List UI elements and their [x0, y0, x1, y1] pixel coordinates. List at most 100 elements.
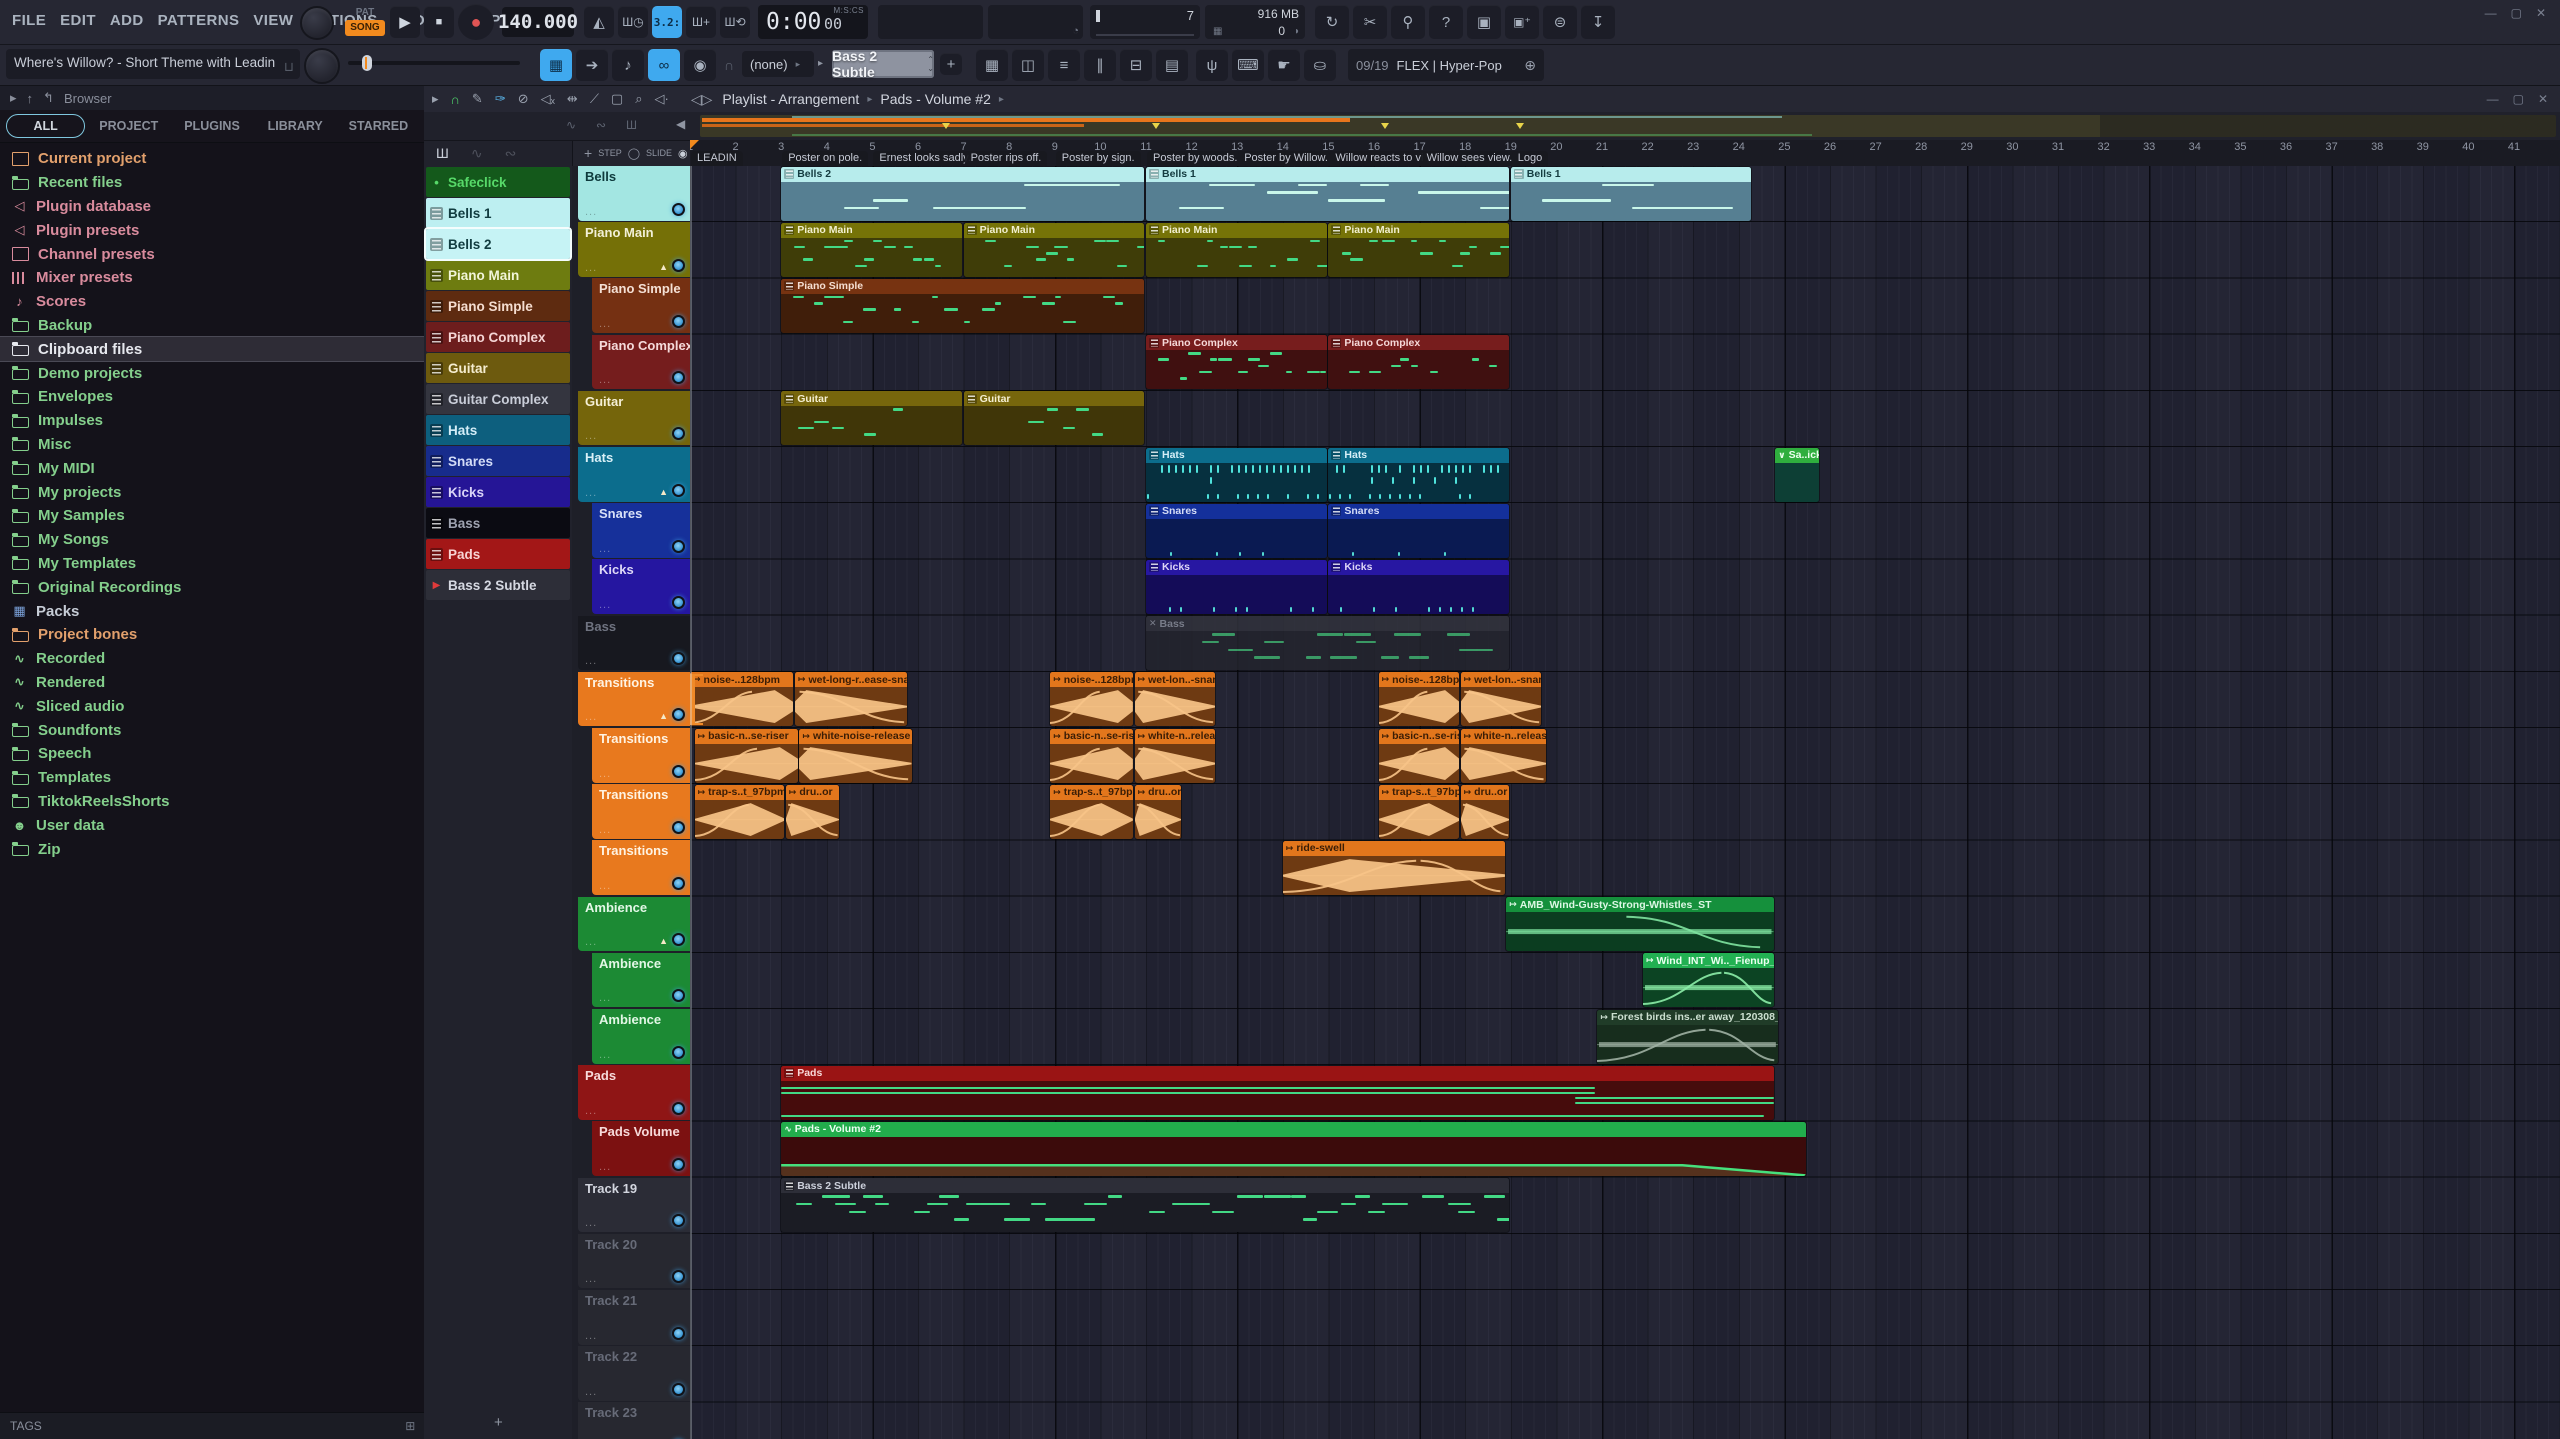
tab-project[interactable]: PROJECT [89, 114, 168, 138]
clip-dru-or[interactable]: ↦dru..or [1135, 785, 1181, 839]
pattern-mode-icon[interactable]: ▦ [540, 49, 572, 81]
picker-automation-tab-icon[interactable]: ∾ [505, 145, 517, 162]
slip-tool-icon[interactable]: ⇹ [567, 91, 578, 107]
pattern-pads[interactable]: Pads [426, 539, 570, 569]
pattern-bells-1[interactable]: Bells 1 [426, 198, 570, 228]
clip-hats[interactable]: Hats [1328, 448, 1509, 502]
timeline-marker[interactable]: Poster by woods. [1147, 151, 1243, 166]
track-options-dots[interactable]: ... [585, 1217, 597, 1229]
picker-add-icon[interactable]: + [494, 1414, 503, 1431]
multilink-knob-icon[interactable]: ◉ [684, 49, 716, 81]
browser-item-speech[interactable]: Speech [0, 742, 424, 766]
track-options-dots[interactable]: ... [585, 206, 597, 218]
ov-link-icon[interactable]: ∾ [596, 118, 606, 132]
playhead-flag[interactable] [690, 140, 699, 149]
stop-button[interactable]: ■ [424, 6, 454, 38]
track-header-9-bass[interactable]: Bass... [578, 616, 690, 671]
shop-icon[interactable]: ⛀ [1304, 49, 1336, 81]
browser-up-icon[interactable]: ↑ [27, 91, 34, 106]
clip-bells-2[interactable]: Bells 2 [781, 167, 1144, 221]
mute-tool-icon[interactable]: ◁ₓ [541, 91, 555, 107]
overview-scroll-thumb[interactable] [702, 118, 1350, 122]
track-header-19-track-19[interactable]: Track 19... [578, 1178, 690, 1233]
browser-item-user-data[interactable]: ☻User data [0, 813, 424, 837]
timeline-marker[interactable]: Poster rips off. [965, 151, 1048, 166]
clip-basic-n-se-riser[interactable]: ↦basic-n..se-riser [1050, 729, 1133, 783]
snap-selector[interactable]: (none) ▸ [742, 51, 814, 77]
countdown-button[interactable]: 3.2: [652, 6, 682, 38]
browser-item-my-songs[interactable]: My Songs [0, 528, 424, 552]
track-header-6-hats[interactable]: Hats...▲ [578, 447, 690, 502]
track-options-dots[interactable]: ... [585, 711, 597, 723]
timeline-marker[interactable]: LEADIN [691, 151, 743, 166]
track-header-20-track-20[interactable]: Track 20... [578, 1234, 690, 1289]
pattern-hats[interactable]: Hats [426, 415, 570, 445]
clip-bells-1[interactable]: Bells 1 [1511, 167, 1751, 221]
tab-starred[interactable]: STARRED [339, 114, 418, 138]
ov-audio-icon[interactable]: ∿ [566, 118, 576, 132]
pattern-bells-2[interactable]: Bells 2 [426, 229, 570, 259]
browser-item-my-projects[interactable]: My projects [0, 480, 424, 504]
pencil-tool-icon[interactable]: ✎ [472, 91, 483, 107]
track-header-23-track-23[interactable]: Track 23... [578, 1402, 690, 1439]
breadcrumb-2[interactable]: Pads - Volume #2 [880, 91, 991, 107]
browser-toggle-icon[interactable]: ⊟ [1120, 49, 1152, 81]
pattern-guitar[interactable]: Guitar [426, 353, 570, 383]
clip-forest-birds-ins-er-away-120308-03[interactable]: ↦Forest birds ins..er away_120308_03 [1597, 1010, 1778, 1064]
tab-library[interactable]: LIBRARY [256, 114, 335, 138]
track-options-dots[interactable]: ... [585, 1105, 597, 1117]
touch-mode-icon[interactable]: ☛ [1268, 49, 1300, 81]
clip-snares[interactable]: Snares [1328, 504, 1509, 558]
pattern-safeclick[interactable]: •Safeclick [426, 167, 570, 197]
help-icon[interactable]: ? [1429, 5, 1463, 39]
browser-item-impulses[interactable]: Impulses [0, 409, 424, 433]
track-mute-led[interactable] [672, 1158, 685, 1171]
clip-piano-complex[interactable]: Piano Complex [1328, 335, 1509, 389]
pat-song-toggle[interactable]: PAT SONG [345, 6, 385, 38]
clip-pads-volume-2[interactable]: ∿Pads - Volume #2 [781, 1122, 1806, 1176]
track-header-14-ambience[interactable]: Ambience...▲ [578, 897, 690, 952]
clip-bass[interactable]: ✕Bass [1146, 616, 1509, 670]
browser-item-misc[interactable]: Misc [0, 433, 424, 457]
playlist-menu-icon[interactable]: ▸ [432, 91, 439, 107]
app-window-controls[interactable]: — ▢ ✕ [2485, 6, 2546, 20]
track-header-18-pads-volume[interactable]: Pads Volume... [592, 1121, 690, 1176]
track-options-dots[interactable]: ... [599, 768, 611, 780]
feedback-icon[interactable]: ⊜ [1543, 5, 1577, 39]
browser-collapse-icon[interactable]: ▸ [10, 90, 17, 106]
track-options-dots[interactable]: ... [585, 936, 597, 948]
track-header-13-transitions[interactable]: Transitions... [592, 840, 690, 895]
clip-piano-simple[interactable]: Piano Simple [781, 279, 1144, 333]
track-header-3-piano-simple[interactable]: Piano Simple... [592, 278, 690, 333]
track-options-dots[interactable]: ... [599, 318, 611, 330]
app-close-icon[interactable]: ✕ [2536, 6, 2546, 20]
time-display[interactable]: 0:00 00 M:S:CS [758, 5, 868, 39]
select-tool-icon[interactable]: ▢ [611, 91, 623, 107]
clip-wet-lon-snare[interactable]: ↦wet-lon..-snare [1461, 672, 1542, 726]
track-options-dots[interactable]: ... [599, 374, 611, 386]
new-folder-icon[interactable]: ⊞ [405, 1419, 415, 1433]
clip-guitar[interactable]: Guitar [964, 391, 1145, 445]
link-icon[interactable]: ∞ [648, 49, 680, 81]
track-header-8-kicks[interactable]: Kicks... [592, 559, 690, 614]
track-header-4-piano-complex[interactable]: Piano Complex... [592, 335, 690, 390]
picker-audio-tab-icon[interactable]: ∿ [471, 145, 483, 162]
paint-tool-icon[interactable]: ✑ [495, 91, 506, 107]
track-header-2-piano-main[interactable]: Piano Main...▲ [578, 222, 690, 277]
pattern-bass-2-subtle[interactable]: ▶Bass 2 Subtle [426, 570, 570, 600]
globe-icon[interactable]: ⊕ [1524, 57, 1536, 74]
track-mute-led[interactable] [672, 708, 685, 721]
track-mute-led[interactable] [672, 427, 685, 440]
pattern-selector[interactable]: Bass 2 Subtle ⌃⌄ [832, 50, 934, 78]
ov-piano-icon[interactable]: Ш [626, 118, 637, 132]
pattern-piano-simple[interactable]: Piano Simple [426, 291, 570, 321]
track-mute-led[interactable] [672, 315, 685, 328]
browser-item-templates[interactable]: Templates [0, 766, 424, 790]
touch-keyboard-icon[interactable]: ⌨ [1232, 49, 1264, 81]
browser-item-envelopes[interactable]: Envelopes [0, 385, 424, 409]
timeline-marker[interactable]: Poster by sign. [1056, 151, 1141, 166]
pattern-stepper-icon[interactable]: ⌃⌄ [927, 55, 934, 73]
clip-trap-s-t-97bpm[interactable]: ↦trap-s..t_97bpm [695, 785, 785, 839]
wait-for-input-icon[interactable]: Ш◷ [618, 6, 648, 38]
track-mute-led[interactable] [672, 259, 685, 272]
